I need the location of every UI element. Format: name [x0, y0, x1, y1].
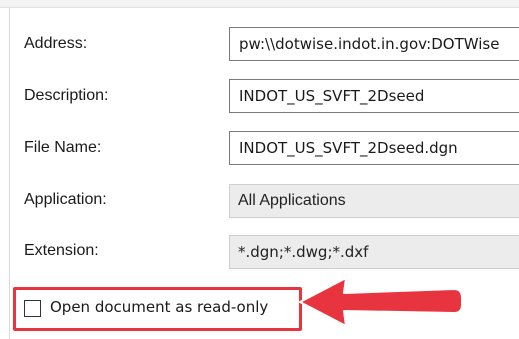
arrow-shape [299, 277, 463, 327]
description-field[interactable]: INDOT_US_SVFT_2Dseed [229, 79, 519, 113]
file-name-field[interactable]: INDOT_US_SVFT_2Dseed.dgn [229, 131, 519, 165]
application-label: Application: [24, 191, 107, 208]
address-label: Address: [24, 35, 88, 52]
description-label: Description: [24, 87, 109, 104]
left-arrow-callout-icon [299, 277, 463, 327]
extension-field: *.dgn;*.dwg;*.dxf [229, 235, 519, 269]
address-field[interactable]: pw:\\dotwise.indot.in.gov:DOTWise [229, 27, 519, 61]
extension-label: Extension: [24, 242, 99, 259]
file-name-label: File Name: [24, 139, 102, 156]
document-properties-dialog: Address: pw:\\dotwise.indot.in.gov:DOTWi… [0, 0, 519, 339]
dialog-top-edge [0, 0, 519, 8]
application-field: All Applications [229, 184, 519, 218]
highlight-box [13, 287, 302, 331]
